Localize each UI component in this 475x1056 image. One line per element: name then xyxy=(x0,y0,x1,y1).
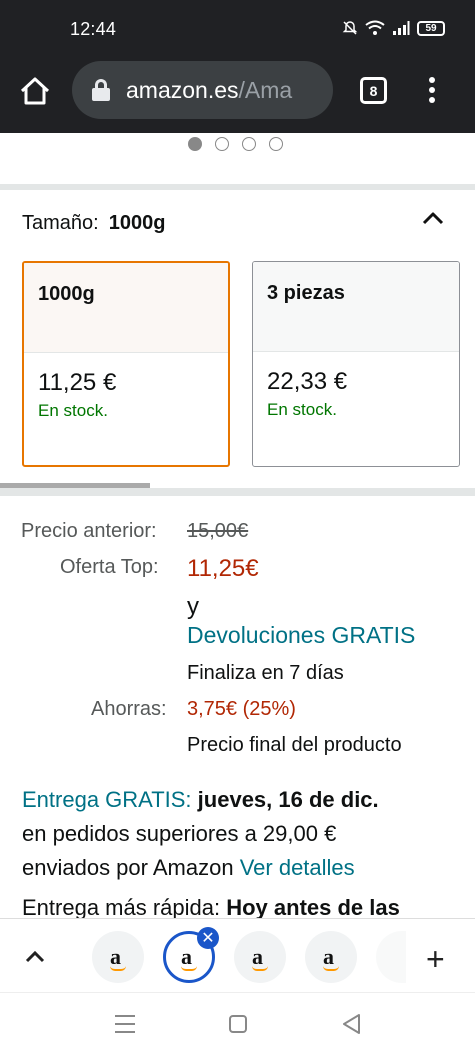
option-stock: En stock. xyxy=(38,401,108,420)
url-domain: amazon.es xyxy=(126,76,239,103)
deal-ends-text: Finaliza en 7 días xyxy=(187,662,344,684)
status-icons: 59 xyxy=(342,20,445,36)
back-icon[interactable] xyxy=(341,1013,361,1035)
option-price: 22,33 € xyxy=(267,368,348,395)
tab-switcher-button[interactable]: 8 xyxy=(360,77,387,104)
previous-price-value: 15,00€ xyxy=(187,520,249,542)
size-selected-value: 1000g xyxy=(108,212,166,234)
faster-delivery-label: Entrega más rápida: xyxy=(22,895,221,920)
mute-bell-icon xyxy=(342,21,358,35)
new-tab-button[interactable]: + xyxy=(426,941,445,978)
recents-icon[interactable] xyxy=(115,1015,135,1033)
size-option-3-piezas[interactable]: 3 piezas 22,33 € En stock. xyxy=(252,261,460,467)
home-icon[interactable] xyxy=(18,76,52,106)
chevron-up-icon[interactable] xyxy=(24,949,46,965)
tab-count: 8 xyxy=(369,82,378,99)
tab-strip: a a ✕ a a + xyxy=(0,918,475,992)
option-name: 3 piezas xyxy=(253,262,459,352)
wifi-icon xyxy=(365,20,385,35)
and-text: y xyxy=(187,593,199,620)
signal-icon xyxy=(393,21,410,35)
amazon-logo-icon: a xyxy=(323,943,334,969)
horizontal-scrollbar[interactable] xyxy=(0,483,150,488)
more-menu-icon[interactable] xyxy=(422,74,442,106)
delivery-info: Entrega GRATIS: jueves, 16 de dic. en pe… xyxy=(22,783,400,925)
delivery-date: jueves, 16 de dic. xyxy=(197,787,379,812)
tab-amazon-partial[interactable] xyxy=(376,931,406,983)
size-selector-header[interactable]: Tamaño: 1000g xyxy=(22,212,165,235)
url-path: /Ama xyxy=(238,76,293,103)
final-price-note: Precio final del producto xyxy=(187,734,402,756)
close-tab-icon[interactable]: ✕ xyxy=(197,927,219,949)
browser-top-bar: 12:44 59 amazon.es/Ama 8 xyxy=(0,0,475,133)
deal-label: Oferta Top: xyxy=(60,556,159,578)
section-divider xyxy=(0,488,475,496)
url-text[interactable]: amazon.es/Ama xyxy=(126,77,326,104)
home-nav-icon[interactable] xyxy=(229,1015,247,1033)
option-price: 11,25 € xyxy=(38,369,117,396)
faster-delivery-time: Hoy antes de las xyxy=(226,895,400,920)
amazon-logo-icon: a xyxy=(110,943,121,969)
battery-level: 59 xyxy=(425,22,437,34)
size-option-1000g[interactable]: 1000g 11,25 € En stock. xyxy=(22,261,230,467)
tab-amazon[interactable]: a xyxy=(234,931,286,983)
savings-value: 3,75€ (25%) xyxy=(187,698,296,720)
carousel-dot[interactable] xyxy=(188,137,202,151)
shipped-by: enviados por Amazon xyxy=(22,855,234,880)
previous-price-label: Precio anterior: xyxy=(21,520,157,542)
status-time: 12:44 xyxy=(70,19,117,39)
deal-price: 11,25€ xyxy=(187,555,259,582)
delivery-threshold: en pedidos superiores a 29,00 € xyxy=(22,821,337,846)
battery-icon: 59 xyxy=(417,20,445,36)
size-label: Tamaño: xyxy=(22,212,99,234)
carousel-dot[interactable] xyxy=(215,137,229,151)
see-details-link[interactable]: Ver detalles xyxy=(240,855,355,880)
free-returns-link[interactable]: Devoluciones GRATIS xyxy=(187,622,415,649)
section-divider xyxy=(0,184,475,190)
tab-amazon[interactable]: a xyxy=(92,931,144,983)
tab-amazon[interactable]: a xyxy=(305,931,357,983)
lock-icon xyxy=(92,79,110,101)
carousel-dot[interactable] xyxy=(242,137,256,151)
address-bar[interactable]: amazon.es/Ama xyxy=(72,61,333,119)
savings-label: Ahorras: xyxy=(91,698,167,720)
amazon-logo-icon: a xyxy=(181,943,192,969)
free-delivery-label[interactable]: Entrega GRATIS: xyxy=(22,787,192,812)
chevron-up-icon[interactable] xyxy=(421,208,445,228)
system-nav-bar xyxy=(0,992,475,1056)
amazon-logo-icon: a xyxy=(252,943,263,969)
carousel-dot[interactable] xyxy=(269,137,283,151)
option-name: 1000g xyxy=(24,263,228,353)
image-carousel-dots xyxy=(188,137,283,151)
option-stock: En stock. xyxy=(267,400,337,419)
